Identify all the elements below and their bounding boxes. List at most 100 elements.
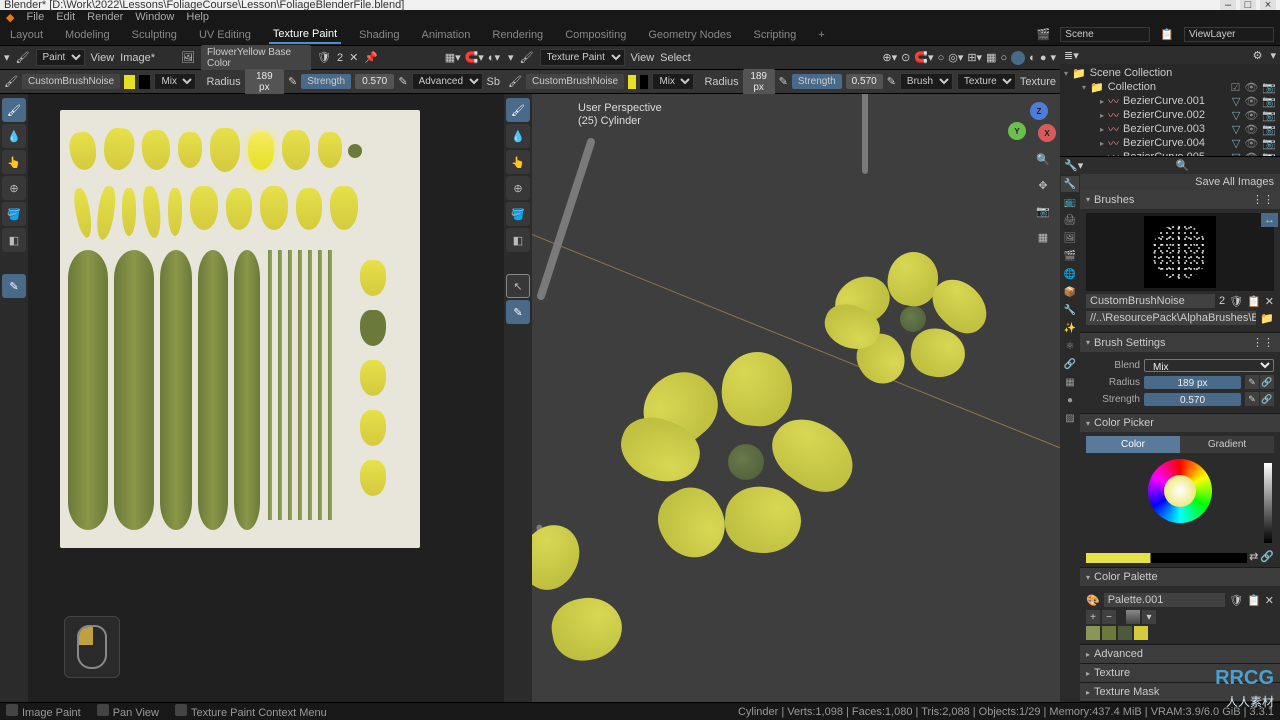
texture-mask-label[interactable]: Texture (1020, 76, 1056, 88)
pressure-icon[interactable]: ✎ (1245, 375, 1259, 389)
snap-toggle[interactable]: 🧲▾ (914, 51, 933, 64)
ws-modeling[interactable]: Modeling (61, 27, 114, 43)
brush-path-field[interactable]: //..\ResourcePack\AlphaBrushes\BrushAlph… (1086, 311, 1256, 325)
brush-add-icon[interactable]: 📋 (1247, 295, 1261, 308)
gizmo-toggle[interactable]: ◎▾ (948, 51, 963, 64)
advanced-panel-header[interactable]: Advanced (1080, 645, 1280, 663)
menu-select[interactable]: Select (660, 52, 691, 64)
tab-texture[interactable]: ▨ (1061, 410, 1079, 426)
palette-menu[interactable]: ▾ (1142, 610, 1156, 624)
menu-window[interactable]: Window (135, 11, 174, 23)
outliner-item[interactable]: ▸〰BezierCurve.001▽👁📷 (1064, 94, 1276, 108)
palette-sort[interactable] (1126, 610, 1140, 624)
proportional-icon[interactable]: ○ (938, 52, 945, 64)
outliner-item[interactable]: ▸〰BezierCurve.002▽👁📷 (1064, 108, 1276, 122)
unified-icon[interactable]: 🔗 (1260, 375, 1274, 389)
tab-viewlayer[interactable]: 🖼 (1061, 230, 1079, 246)
strength-field[interactable]: 0.570 (1144, 393, 1241, 406)
palette-name-field[interactable]: Palette.001 (1104, 593, 1225, 607)
brush-unlink-icon[interactable]: ✕ (1265, 295, 1274, 308)
brightness-slider[interactable] (1264, 463, 1272, 543)
brush-name-field[interactable]: CustomBrushNoise (1086, 294, 1215, 308)
brush-name[interactable]: CustomBrushNoise (22, 74, 120, 89)
tab-constraint[interactable]: 🔗 (1061, 356, 1079, 372)
blend-select[interactable]: Mix (1144, 359, 1274, 372)
unlink-palette-icon[interactable]: ✕ (1265, 594, 1274, 607)
menu-render[interactable]: Render (87, 11, 123, 23)
color-tab[interactable]: Color (1086, 436, 1180, 453)
tab-object[interactable]: 📦 (1061, 284, 1079, 300)
ws-geonodes[interactable]: Geometry Nodes (644, 27, 735, 43)
outliner-item[interactable]: ▸〰BezierCurve.004▽👁📷 (1064, 136, 1276, 150)
search-icon[interactable]: ▾ (1270, 49, 1276, 62)
outliner-scene-collection[interactable]: ▾📁 Scene Collection (1064, 66, 1276, 80)
editor-type-icon[interactable]: ▾ (508, 51, 514, 64)
tool-mask[interactable]: ◧ (2, 228, 26, 252)
tab-material[interactable]: ● (1061, 392, 1079, 408)
primary-color[interactable] (124, 75, 135, 89)
move-icon[interactable]: ✥ (1034, 176, 1052, 194)
palette-add[interactable]: + (1086, 610, 1100, 624)
ws-layout[interactable]: Layout (6, 27, 47, 43)
tab-render[interactable]: 📺 (1061, 194, 1079, 210)
maximize-button[interactable]: □ (1240, 0, 1256, 10)
swap-colors-icon[interactable]: ⇄ (1249, 550, 1258, 563)
tab-physics[interactable]: ⚛ (1061, 338, 1079, 354)
pin-icon[interactable]: 📌 (364, 51, 378, 64)
tool-soften[interactable]: 💧 (2, 124, 26, 148)
radius-input[interactable]: 189 px (245, 69, 284, 95)
brush-icon[interactable]: 🖌 (508, 75, 522, 88)
pressure-strength-icon[interactable]: ✎ (398, 75, 407, 88)
fake-user-icon[interactable]: 🛡 (1229, 594, 1243, 607)
tool-cursor[interactable]: ↖ (506, 274, 530, 298)
brush-panel-icon[interactable]: 🖌 (16, 51, 30, 64)
menu-file[interactable]: File (26, 11, 44, 23)
tool-mask[interactable]: ◧ (506, 228, 530, 252)
ws-scripting[interactable]: Scripting (749, 27, 800, 43)
close-button[interactable]: × (1260, 0, 1276, 10)
tool-smear[interactable]: 👆 (2, 150, 26, 174)
unified-color-icon[interactable]: 🔗 (1260, 550, 1274, 563)
viewlayer-field[interactable] (1184, 27, 1274, 42)
palette-color[interactable] (1118, 626, 1132, 640)
search-icon[interactable]: 🔍 (1089, 159, 1276, 172)
image-name-field[interactable]: FlowerYellow Base Color (201, 45, 311, 71)
color-palette-panel-header[interactable]: Color Palette (1080, 568, 1280, 586)
palette-color[interactable] (1086, 626, 1100, 640)
tool-draw[interactable]: 🖌 (2, 98, 26, 122)
mode-brush-icon[interactable]: 🖌 (520, 51, 534, 64)
ws-sculpting[interactable]: Sculpting (128, 27, 181, 43)
uv-overlay-icon[interactable]: ▦▾ (445, 51, 461, 64)
outliner-item[interactable]: ▸〰BezierCurve.003▽👁📷 (1064, 122, 1276, 136)
tab-data[interactable]: ▦ (1061, 374, 1079, 390)
ws-compositing[interactable]: Compositing (561, 27, 630, 43)
tool-clone[interactable]: ⊕ (506, 176, 530, 200)
tool-smear[interactable]: 👆 (506, 150, 530, 174)
brush-preview[interactable] (1144, 216, 1216, 288)
display-channels-icon[interactable]: ◐▾ (488, 51, 500, 64)
color-value-bar[interactable] (1086, 553, 1247, 563)
tab-active-tool[interactable]: 🔧 (1061, 176, 1079, 192)
strength-input[interactable]: 0.570 (846, 74, 883, 89)
menu-view[interactable]: View (631, 52, 655, 64)
properties-editor-icon[interactable]: 🔧▾ (1064, 159, 1083, 172)
overlays-toggle[interactable]: ⊞▾ (967, 51, 982, 64)
zoom-icon[interactable]: 🔍 (1034, 150, 1052, 168)
menu-edit[interactable]: Edit (56, 11, 75, 23)
texture-dropdown[interactable]: Texture (957, 73, 1016, 90)
advanced-menu[interactable]: Advanced (412, 73, 483, 90)
3d-viewport[interactable]: ↖ ✋ User Perspective (25) Cylinder (532, 94, 1060, 702)
unified-icon[interactable]: 🔗 (1260, 392, 1274, 406)
pressure-radius-icon[interactable]: ✎ (288, 75, 297, 88)
tool-clone[interactable]: ⊕ (2, 176, 26, 200)
editor-type-icon[interactable]: ▾ (4, 51, 10, 64)
brushes-panel-header[interactable]: Brushes⋮⋮ (1080, 190, 1280, 209)
pressure-icon[interactable]: ✎ (1245, 392, 1259, 406)
tab-world[interactable]: 🌐 (1061, 266, 1079, 282)
brush-icon[interactable]: 🖌 (4, 75, 18, 88)
blend-select[interactable]: Mix (652, 73, 694, 90)
editor-type-icon[interactable]: ≣▾ (1064, 49, 1079, 62)
secondary-color[interactable] (139, 75, 150, 89)
mode-select[interactable]: Paint (36, 49, 85, 66)
color-wheel[interactable] (1148, 459, 1212, 523)
